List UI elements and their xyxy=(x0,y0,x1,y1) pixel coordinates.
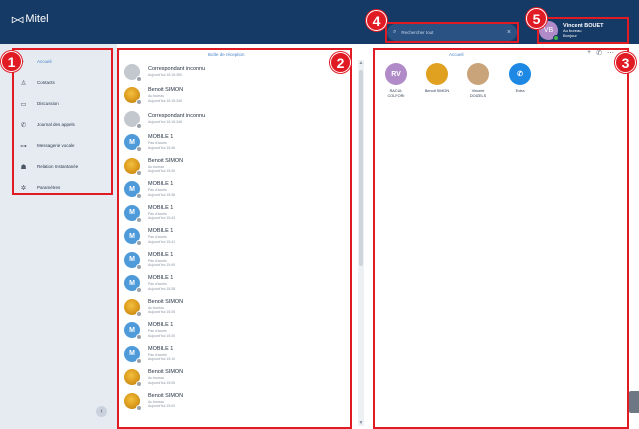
app-logo: ▷◁ Mitel xyxy=(12,13,49,25)
callout-badge-2: 2 xyxy=(330,52,351,73)
app-title: Mitel xyxy=(25,13,49,25)
callout-frame-4 xyxy=(385,22,519,43)
callout-badge-1: 1 xyxy=(1,51,22,72)
callout-frame-3 xyxy=(373,48,629,429)
callout-frame-2 xyxy=(117,48,352,429)
collapse-sidebar-button[interactable]: ‹ xyxy=(96,406,107,417)
scroll-down-icon[interactable]: ▼ xyxy=(358,420,364,426)
callout-badge-5: 5 xyxy=(526,8,547,29)
scroll-thumb[interactable] xyxy=(359,70,363,266)
mitel-logo-icon: ▷◁ xyxy=(12,14,23,24)
side-handle[interactable] xyxy=(629,391,639,413)
callout-badge-3: 3 xyxy=(615,52,636,73)
callout-frame-1 xyxy=(12,48,113,195)
callout-frame-5 xyxy=(537,17,629,44)
callout-badge-4: 4 xyxy=(366,10,387,31)
scroll-up-icon[interactable]: ▲ xyxy=(358,60,364,66)
inbox-scrollbar[interactable]: ▲ ▼ xyxy=(358,60,364,426)
